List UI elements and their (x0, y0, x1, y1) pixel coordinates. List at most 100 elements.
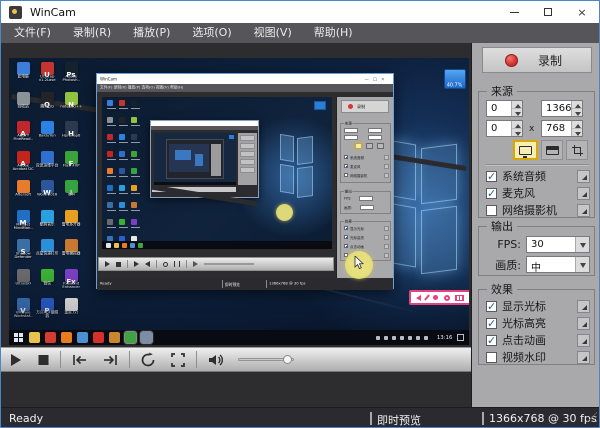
cursor-highlight-option[interactable]: 光标高亮 (486, 316, 590, 330)
taskbar-app-icon (61, 332, 72, 343)
spin-down-icon[interactable] (572, 109, 582, 116)
volume-slider-thumb[interactable] (283, 355, 292, 364)
source-group-title: 来源 (487, 85, 517, 98)
minimize-button[interactable] (497, 1, 531, 23)
desktop-icon: 雷电模拟器 (59, 239, 83, 269)
source-height-input[interactable]: 768 (541, 120, 583, 137)
status-ready: Ready (9, 412, 43, 425)
resize-grip[interactable] (587, 412, 597, 422)
nested-zoom-badge (314, 101, 326, 110)
taskbar-app-icon (109, 332, 120, 343)
volume-slider[interactable] (238, 358, 294, 361)
wincam-window: WinCam × 文件(F) 录制(R) 播放(P) 选项(O) 视图(V) 帮… (0, 0, 600, 428)
show-cursor-option[interactable]: 显示光标 (486, 299, 590, 313)
spin-down-icon[interactable] (572, 129, 582, 136)
spin-down-icon[interactable] (512, 109, 522, 116)
menu-options[interactable]: 选项(O) (181, 23, 242, 43)
watermark-checkbox[interactable] (486, 352, 497, 363)
source-y-input[interactable]: 0 (486, 120, 523, 137)
system-audio-checkbox[interactable] (486, 171, 497, 182)
spin-up-icon[interactable] (572, 101, 582, 109)
menubar: 文件(F) 录制(R) 播放(P) 选项(O) 视图(V) 帮助(H) (1, 23, 599, 43)
window-icon (546, 146, 559, 155)
cursor-highlight-settings-button[interactable] (577, 317, 590, 330)
nested-window-controls: — □ × (365, 77, 386, 82)
skip-to-start-button[interactable] (64, 347, 95, 372)
fullscreen-button[interactable] (163, 347, 193, 372)
effects-group-title: 效果 (487, 283, 517, 296)
nested-sidebar: 录制 来源 系统音频 麦克风 网络摄影机 输出 FPS: 画质: (336, 97, 393, 278)
statusbar: Ready 即时预览 1366x768 @ 30 fps (1, 407, 599, 428)
spin-down-icon[interactable] (512, 129, 522, 136)
webcam-settings-button[interactable] (577, 204, 590, 217)
monitor-icon (519, 146, 532, 155)
output-group-title: 输出 (487, 220, 517, 233)
cursor-highlight-checkbox[interactable] (486, 318, 497, 329)
source-group: 来源 0 1366 0 x 768 (478, 91, 595, 218)
record-button[interactable]: 录制 (482, 47, 592, 73)
menu-file[interactable]: 文件(F) (3, 23, 62, 43)
menu-help[interactable]: 帮助(H) (303, 23, 364, 43)
desktop-icon: A Adobe Acrobat DC (11, 151, 35, 181)
source-width-input[interactable]: 1366 (541, 100, 583, 117)
fps-label: FPS: (486, 238, 526, 251)
capture-region-button[interactable] (566, 140, 588, 160)
desktop-icon: Q 腾讯QQ (35, 92, 59, 122)
click-animation-option[interactable]: 点击动画 (486, 333, 590, 347)
microphone-checkbox[interactable] (486, 188, 497, 199)
show-cursor-settings-button[interactable] (577, 300, 590, 313)
microphone-settings-button[interactable] (577, 187, 590, 200)
menu-play[interactable]: 播放(P) (122, 23, 181, 43)
desktop-icon: 回收站 (11, 92, 35, 122)
nested-output-group: 输出 FPS: 画质: (340, 191, 391, 214)
nested-record-button: 录制 (341, 100, 389, 113)
stop-button[interactable] (30, 347, 57, 372)
menu-record[interactable]: 录制(R) (62, 23, 122, 43)
fps-dropdown[interactable]: 30 (526, 236, 590, 253)
desktop-icon: 重装.txt (59, 298, 83, 328)
capture-window-button[interactable] (541, 140, 563, 160)
nested-desktop-icons (104, 100, 142, 249)
desktop-icon: M MindJet MindMan.. (11, 210, 35, 240)
source-x-input[interactable]: 0 (486, 100, 523, 117)
click-animation-settings-button[interactable] (577, 334, 590, 347)
desktop-icon: F FlashFXP (59, 151, 83, 181)
menu-view[interactable]: 视图(V) (243, 23, 303, 43)
watermark-option[interactable]: 视频水印 (486, 350, 590, 364)
show-cursor-checkbox[interactable] (486, 301, 497, 312)
notification-icon (457, 334, 464, 341)
quality-dropdown[interactable]: 中 (526, 256, 590, 273)
spin-up-icon[interactable] (512, 121, 522, 129)
playback-toolbar (1, 347, 472, 372)
chevron-down-icon[interactable] (575, 257, 589, 272)
play-button[interactable] (1, 347, 30, 372)
system-audio-option[interactable]: 系统音频 (486, 169, 590, 183)
crop-icon (572, 145, 583, 156)
repeat-button[interactable] (133, 347, 163, 372)
microphone-option[interactable]: 麦克风 (486, 186, 590, 200)
taskbar-app-icon (77, 332, 88, 343)
desktop-icon: 点星快递打印 (35, 239, 59, 269)
close-button[interactable]: × (565, 1, 599, 23)
spin-up-icon[interactable] (572, 121, 582, 129)
nested-preview (102, 97, 332, 249)
preview-taskbar: 13:16 (9, 330, 469, 345)
keyboard-icon (455, 295, 464, 301)
speaker-icon (416, 295, 421, 301)
watermark-settings-button[interactable] (577, 351, 590, 364)
webcam-checkbox[interactable] (486, 205, 497, 216)
capture-screen-button[interactable] (513, 140, 538, 160)
chevron-down-icon[interactable] (575, 237, 589, 252)
skip-to-end-button[interactable] (95, 347, 126, 372)
record-dot-icon (505, 54, 518, 67)
mouse-cursor-icon (354, 256, 365, 270)
webcam-option[interactable]: 网络摄影机 (486, 203, 590, 217)
volume-button[interactable] (200, 347, 232, 372)
spin-up-icon[interactable] (512, 101, 522, 109)
taskbar-clock: 13:16 (437, 334, 453, 340)
click-animation-checkbox[interactable] (486, 335, 497, 346)
effects-group: 效果 显示光标 光标高亮 点击动画 视频水印 (478, 289, 595, 365)
system-audio-settings-button[interactable] (577, 170, 590, 183)
taskbar-app-icon (93, 332, 104, 343)
maximize-button[interactable] (531, 1, 565, 23)
